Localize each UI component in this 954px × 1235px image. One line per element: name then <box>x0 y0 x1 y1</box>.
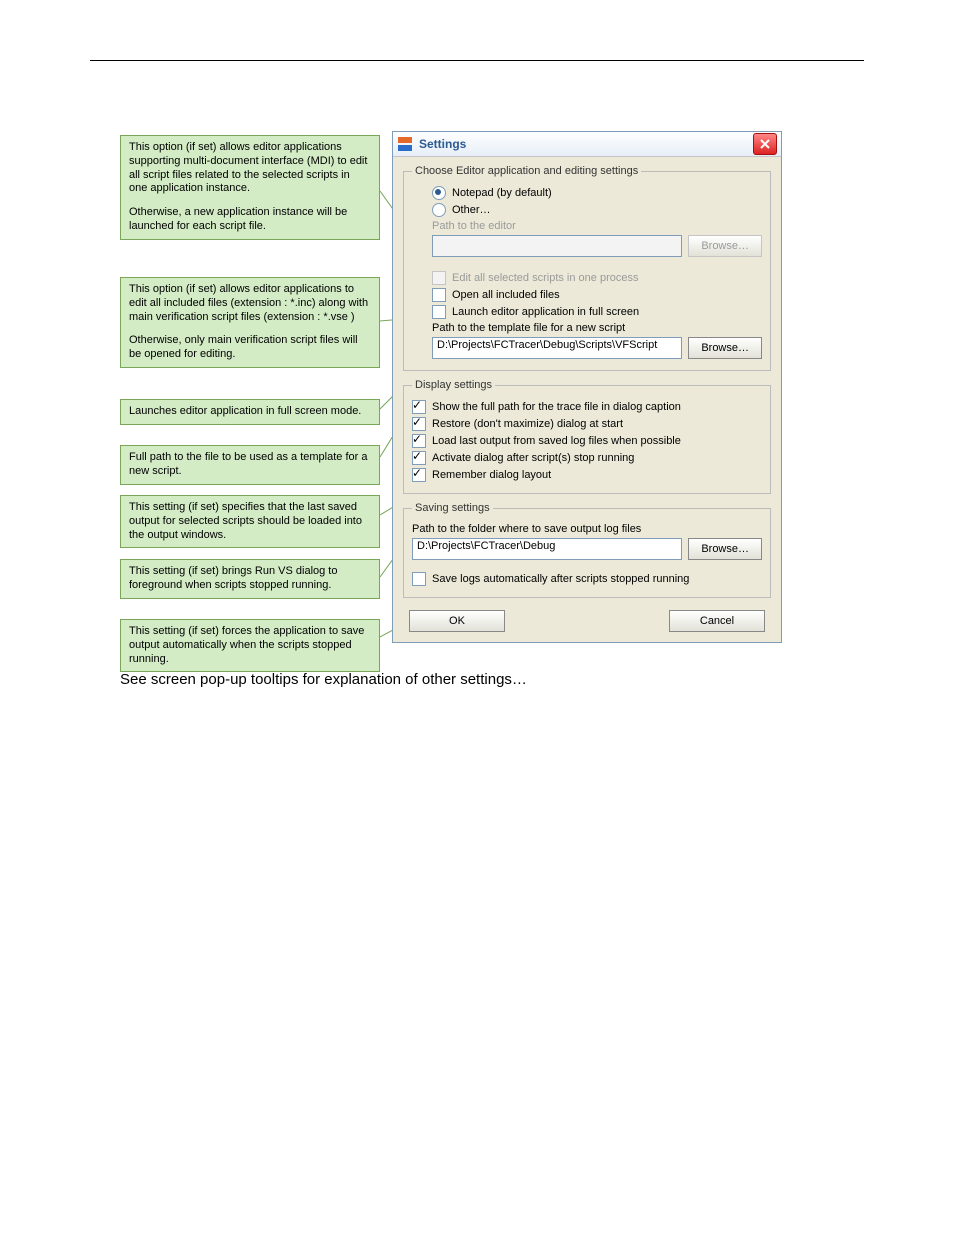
footnote: See screen pop-up tooltips for explanati… <box>120 671 527 690</box>
callout-text: Otherwise, only main verification script… <box>129 334 358 360</box>
checkbox-icon <box>412 451 426 465</box>
save-folder-field[interactable]: D:\Projects\FCTracer\Debug <box>412 538 682 560</box>
header-rule <box>90 60 864 61</box>
page: This option (if set) allows editor appli… <box>0 0 954 691</box>
ok-button[interactable]: OK <box>409 610 505 632</box>
checkbox-icon <box>432 271 446 285</box>
checkbox-icon <box>412 417 426 431</box>
editor-group: Choose Editor application and editing se… <box>403 165 771 371</box>
display-legend: Display settings <box>412 379 495 391</box>
check-restore[interactable]: Restore (don't maximize) dialog at start <box>412 417 762 431</box>
browse-template-button[interactable]: Browse… <box>688 337 762 359</box>
radio-notepad[interactable]: Notepad (by default) <box>432 186 762 200</box>
display-group: Display settings Show the full path for … <box>403 379 771 494</box>
saving-legend: Saving settings <box>412 502 493 514</box>
check-load-last[interactable]: Load last output from saved log files wh… <box>412 434 762 448</box>
check-auto-save[interactable]: Save logs automatically after scripts st… <box>412 572 762 586</box>
settings-dialog: Settings Choose Editor application and e… <box>392 131 782 643</box>
radio-icon <box>432 186 446 200</box>
callout-text: This setting (if set) specifies that the… <box>129 501 362 541</box>
template-path-field[interactable]: D:\Projects\FCTracer\Debug\Scripts\VFScr… <box>432 337 682 359</box>
dialog-title: Settings <box>419 137 466 151</box>
checkbox-icon <box>412 434 426 448</box>
callout-full-screen: Launches editor application in full scre… <box>120 399 380 425</box>
radio-label: Other… <box>452 204 491 216</box>
dialog-buttons: OK Cancel <box>403 606 771 632</box>
callout-text: Otherwise, a new application instance wi… <box>129 206 347 232</box>
figure: This option (if set) allows editor appli… <box>120 131 954 691</box>
check-open-included[interactable]: Open all included files <box>432 288 762 302</box>
callout-auto-save: This setting (if set) forces the applica… <box>120 619 380 672</box>
settings-icon <box>397 136 413 152</box>
check-full-screen[interactable]: Launch editor application in full screen <box>432 305 762 319</box>
callout-text: Launches editor application in full scre… <box>129 405 361 417</box>
save-folder-label: Path to the folder where to save output … <box>412 523 762 535</box>
checkbox-icon <box>432 305 446 319</box>
checkbox-icon <box>412 572 426 586</box>
callout-text: This option (if set) allows editor appli… <box>129 283 368 323</box>
titlebar: Settings <box>393 132 781 157</box>
callout-edit-one-process: This option (if set) allows editor appli… <box>120 135 380 240</box>
check-full-path[interactable]: Show the full path for the trace file in… <box>412 400 762 414</box>
radio-label: Notepad (by default) <box>452 187 552 199</box>
template-label: Path to the template file for a new scri… <box>432 322 762 334</box>
checkbox-icon <box>432 288 446 302</box>
radio-other[interactable]: Other… <box>432 203 762 217</box>
browse-save-folder-button[interactable]: Browse… <box>688 538 762 560</box>
editor-legend: Choose Editor application and editing se… <box>412 165 641 177</box>
checkbox-icon <box>412 400 426 414</box>
template-row: D:\Projects\FCTracer\Debug\Scripts\VFScr… <box>432 337 762 359</box>
cancel-button[interactable]: Cancel <box>669 610 765 632</box>
callout-template-path: Full path to the file to be used as a te… <box>120 445 380 485</box>
path-label: Path to the editor <box>432 220 762 232</box>
save-folder-row: D:\Projects\FCTracer\Debug Browse… <box>412 538 762 560</box>
callout-text: This option (if set) allows editor appli… <box>129 141 367 194</box>
path-row: Browse… <box>432 235 762 257</box>
callout-load-last: This setting (if set) specifies that the… <box>120 495 380 548</box>
browse-editor-button: Browse… <box>688 235 762 257</box>
callout-open-included: This option (if set) allows editor appli… <box>120 277 380 368</box>
close-button[interactable] <box>753 133 777 155</box>
checkbox-icon <box>412 468 426 482</box>
callout-text: This setting (if set) brings Run VS dial… <box>129 565 337 591</box>
check-activate[interactable]: Activate dialog after script(s) stop run… <box>412 451 762 465</box>
callout-text: Full path to the file to be used as a te… <box>129 451 367 477</box>
callout-text: This setting (if set) forces the applica… <box>129 625 364 665</box>
radio-icon <box>432 203 446 217</box>
close-icon <box>759 138 771 150</box>
callout-activate-dialog: This setting (if set) brings Run VS dial… <box>120 559 380 599</box>
check-edit-all: Edit all selected scripts in one process <box>432 271 762 285</box>
dialog-body: Choose Editor application and editing se… <box>393 157 781 642</box>
check-remember[interactable]: Remember dialog layout <box>412 468 762 482</box>
saving-group: Saving settings Path to the folder where… <box>403 502 771 598</box>
editor-path-field <box>432 235 682 257</box>
